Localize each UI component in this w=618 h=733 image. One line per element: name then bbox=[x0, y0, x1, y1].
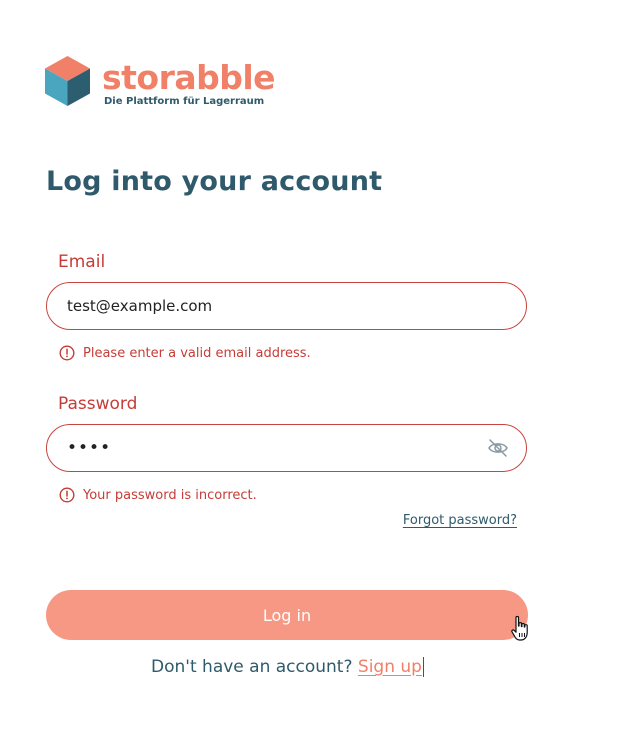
cube-logo-icon bbox=[45, 56, 90, 106]
email-error-text: Please enter a valid email address. bbox=[83, 345, 311, 361]
password-field-container[interactable] bbox=[46, 424, 527, 472]
password-error: Your password is incorrect. bbox=[59, 486, 257, 504]
password-label: Password bbox=[58, 394, 138, 414]
eye-slash-icon[interactable] bbox=[487, 438, 509, 458]
email-error: Please enter a valid email address. bbox=[59, 344, 311, 362]
storabble-logo: storabble Die Plattform für Lagerraum bbox=[45, 56, 285, 110]
email-field[interactable] bbox=[67, 283, 467, 329]
signup-row: Don't have an account? Sign up bbox=[0, 657, 575, 677]
email-field-container[interactable] bbox=[46, 282, 527, 330]
signup-prompt: Don't have an account? bbox=[151, 657, 358, 677]
login-button[interactable]: Log in bbox=[46, 590, 528, 640]
hand-cursor-icon bbox=[511, 615, 528, 641]
password-field[interactable] bbox=[67, 425, 467, 471]
forgot-password-link[interactable]: Forgot password? bbox=[403, 513, 517, 528]
logo-wordmark: storabble bbox=[102, 58, 276, 97]
error-circle-icon bbox=[59, 345, 75, 361]
logo-tagline: Die Plattform für Lagerraum bbox=[104, 96, 265, 107]
email-label: Email bbox=[58, 252, 106, 272]
page-title: Log into your account bbox=[46, 166, 383, 197]
error-circle-icon bbox=[59, 487, 75, 503]
signup-link[interactable]: Sign up bbox=[357, 657, 424, 677]
password-error-text: Your password is incorrect. bbox=[83, 487, 257, 503]
